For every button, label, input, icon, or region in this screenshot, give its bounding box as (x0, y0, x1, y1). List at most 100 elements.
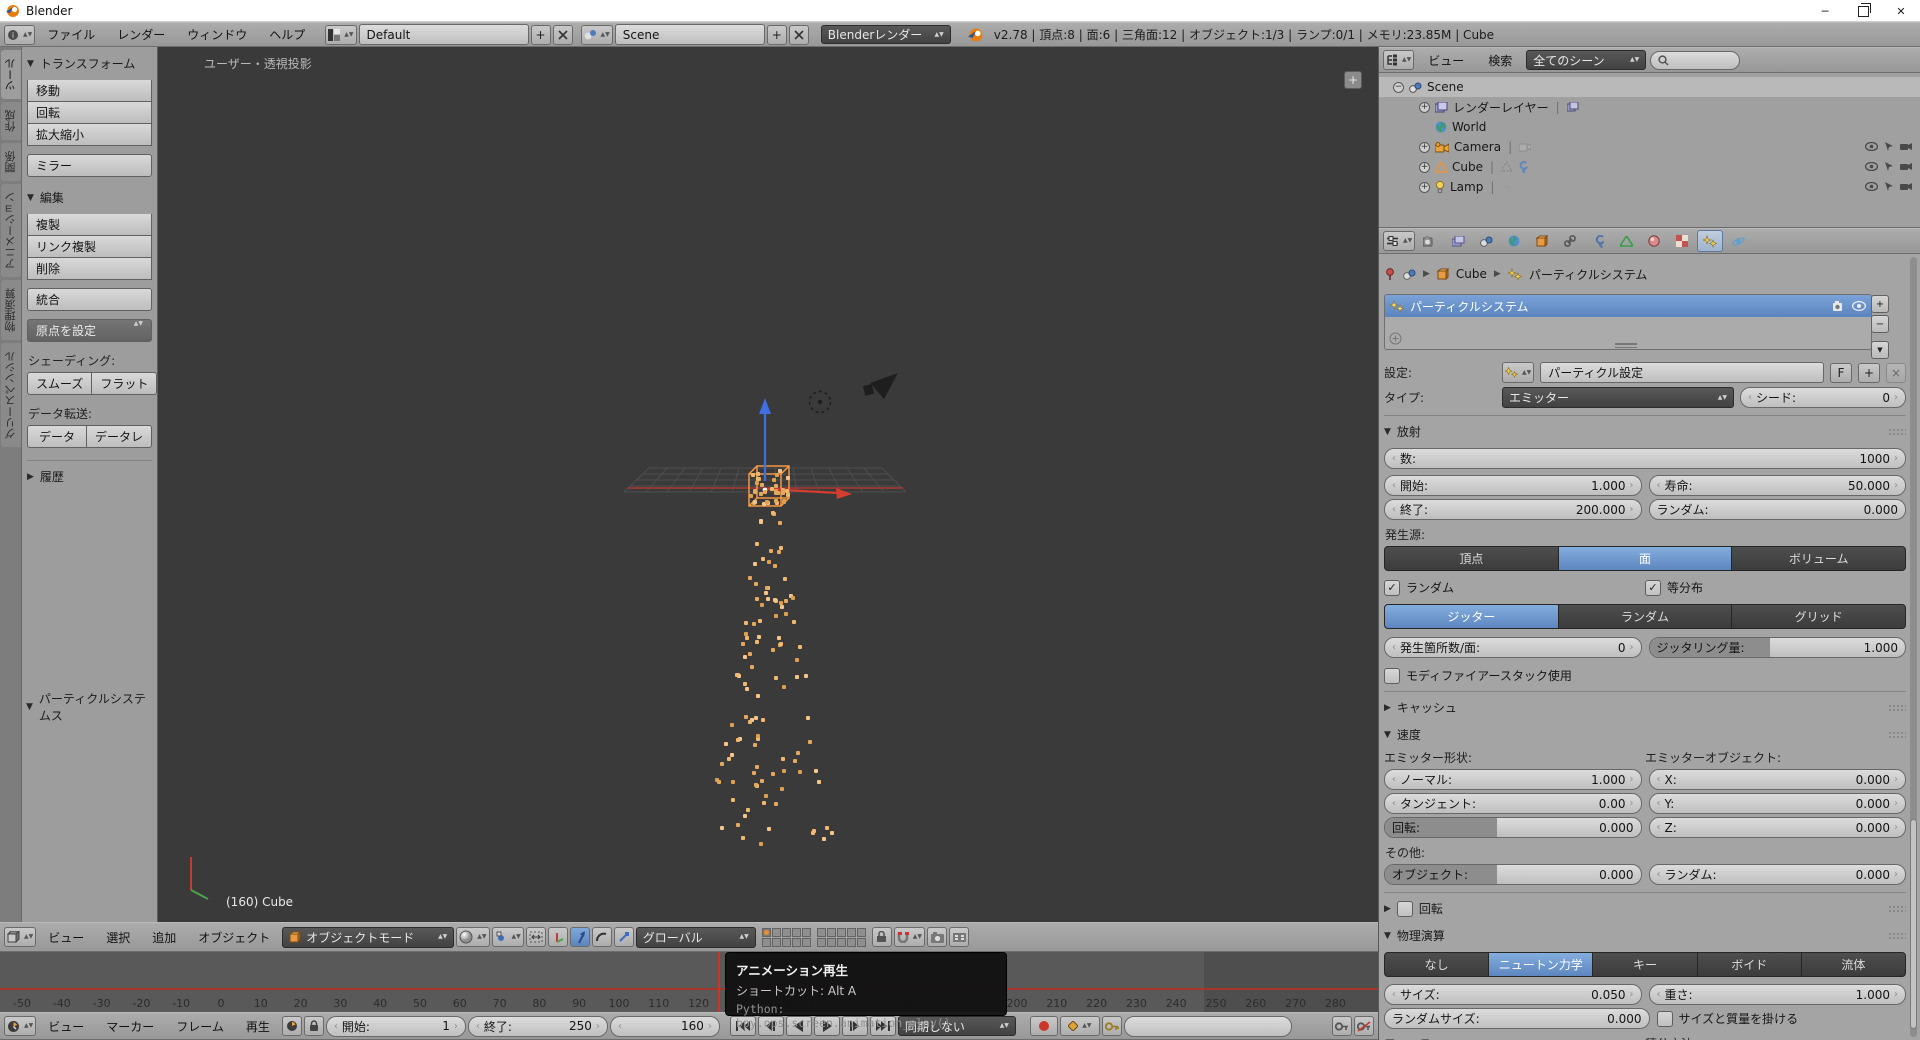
manipulator-translate-button[interactable] (570, 927, 590, 947)
menu-render[interactable]: レンダー (107, 26, 175, 43)
random-velocity-field[interactable]: ‹ランダム:0.000› (1649, 864, 1907, 885)
screen-layout-field[interactable]: Default (359, 24, 529, 45)
select-menu[interactable]: 選択 (96, 929, 140, 946)
manipulator-scale-button[interactable] (614, 927, 634, 947)
insert-keyframe-button[interactable] (1332, 1016, 1352, 1036)
lifetime-field[interactable]: ‹寿命:50.000› (1649, 475, 1907, 496)
tab-physics[interactable]: 物理演算 (1, 280, 21, 340)
set-origin-dropdown[interactable]: 原点を設定▲▼ (27, 319, 152, 342)
tab-physics[interactable] (1725, 230, 1751, 252)
distribution-random[interactable]: ランダム (1559, 604, 1733, 629)
mirror-button[interactable]: ミラー (27, 154, 152, 177)
active-keying-set-icon[interactable] (1102, 1016, 1122, 1036)
frame-end-field[interactable]: ‹終了:200.000› (1384, 499, 1642, 520)
manipulator-axis-icon[interactable] (548, 927, 568, 947)
keying-set-select[interactable]: ▲▼ (1060, 1016, 1100, 1036)
timeline-frame-menu[interactable]: フレーム (166, 1018, 234, 1035)
cursor-select-icon[interactable] (1884, 162, 1894, 172)
shade-smooth-button[interactable]: スムーズ (27, 372, 92, 395)
scene-icon[interactable] (1403, 269, 1416, 280)
scene-add-button[interactable]: + (767, 25, 787, 45)
panel-edit[interactable]: ▼編集 (27, 189, 152, 206)
delete-button[interactable]: 削除 (27, 258, 152, 280)
emit-from-faces[interactable]: 面 (1559, 546, 1733, 571)
menu-file[interactable]: ファイル (37, 26, 105, 43)
view-menu[interactable]: ビュー (38, 929, 94, 946)
transform-orientation-select[interactable]: グローバル▲▼ (636, 927, 756, 948)
editor-type-properties-icon[interactable]: ▲▼ (1383, 231, 1415, 251)
panel-grip[interactable] (1888, 932, 1906, 940)
scrollbar-thumb[interactable] (1910, 819, 1917, 1030)
particle-system-item[interactable]: パーティクルシステム (1385, 295, 1871, 317)
count-field[interactable]: ‹数:1000› (1384, 448, 1906, 469)
eye-icon[interactable] (1865, 162, 1878, 171)
frame-start-field[interactable]: ‹開始:1.000› (1384, 475, 1642, 496)
panel-grip[interactable] (1888, 731, 1906, 739)
breadcrumb-object[interactable]: Cube (1456, 267, 1487, 281)
rotate-button[interactable]: 回転 (27, 102, 152, 124)
layers-widget[interactable] (762, 928, 866, 947)
linked-duplicate-button[interactable]: リンク複製 (27, 236, 152, 258)
eye-icon[interactable] (1865, 182, 1878, 191)
tangent-phase-slider[interactable]: 回転:0.000 (1384, 817, 1642, 838)
mass-field[interactable]: ‹重さ:1.000› (1649, 984, 1907, 1005)
join-button[interactable]: 統合 (27, 288, 152, 311)
tab-modifiers[interactable] (1585, 230, 1611, 252)
outliner-scope-select[interactable]: 全てのシーン▲▼ (1526, 50, 1646, 70)
panel-grip[interactable] (1888, 704, 1906, 712)
delete-keyframe-button[interactable] (1354, 1016, 1374, 1036)
outliner-search-menu[interactable]: 検索 (1478, 52, 1522, 69)
menu-help[interactable]: ヘルプ (259, 26, 315, 43)
manipulator-toggle[interactable] (526, 927, 546, 947)
distribution-jittered[interactable]: ジッター (1384, 604, 1559, 629)
random-size-field[interactable]: ランダムサイズ:0.000 (1384, 1008, 1650, 1029)
panel-velocity[interactable]: ▼速度 (1384, 726, 1906, 743)
manipulator-rotate-button[interactable] (592, 927, 612, 947)
editor-type-info-icon[interactable]: i▲▼ (4, 25, 35, 45)
panel-transform[interactable]: ▼トランスフォーム (27, 55, 152, 72)
physics-newtonian[interactable]: ニュートン力学 (1489, 952, 1593, 977)
scene-delete-button[interactable] (789, 25, 809, 45)
translate-button[interactable]: 移動 (27, 80, 152, 102)
physics-keyed[interactable]: キー (1593, 952, 1697, 977)
object-z-field[interactable]: ‹Z:0.000› (1649, 817, 1907, 838)
close-button[interactable]: ✕ (1882, 0, 1920, 22)
rotation-enable-checkbox[interactable] (1397, 901, 1413, 917)
breadcrumb-target[interactable]: パーティクルシステム (1529, 266, 1648, 283)
panel-grip[interactable] (1888, 428, 1906, 436)
emit-from-verts[interactable]: 頂点 (1384, 546, 1559, 571)
lock-to-scene-icon[interactable] (872, 927, 892, 947)
render-restrict-icon[interactable] (1900, 182, 1912, 191)
scene-icon[interactable]: ▲▼ (581, 25, 613, 45)
object-y-field[interactable]: ‹Y:0.000› (1649, 793, 1907, 814)
outliner-row-camera[interactable]: + Camera | (1379, 137, 1920, 157)
properties-scrollbar[interactable] (1910, 257, 1917, 1037)
particles-per-face-field[interactable]: ‹発生箇所数/面:0› (1384, 637, 1642, 658)
auto-keyframe-record-button[interactable] (1030, 1016, 1058, 1036)
render-restrict-icon[interactable] (1900, 142, 1912, 151)
lifetime-random-field[interactable]: ランダム:0.000 (1649, 499, 1907, 520)
add-particle-system-button[interactable]: + (1871, 295, 1889, 313)
render-toggle-icon[interactable] (1833, 301, 1846, 311)
cursor-select-icon[interactable] (1884, 182, 1894, 192)
lock-frame-range-icon[interactable] (304, 1016, 324, 1036)
expand-icon[interactable]: + (1419, 142, 1430, 153)
particle-settings-name-field[interactable]: パーティクル設定 (1540, 362, 1824, 383)
restrict-toggles[interactable] (1865, 162, 1912, 172)
tab-grease-pencil[interactable]: グリースペンシル (1, 343, 21, 447)
panel-physics[interactable]: ▼物理演算 (1384, 927, 1906, 944)
render-engine-select[interactable]: Blenderレンダー▲▼ (821, 25, 951, 44)
tab-create[interactable]: 作成 (1, 102, 21, 140)
normal-velocity-field[interactable]: ‹ノーマル:1.000› (1384, 769, 1642, 790)
restrict-toggles[interactable] (1865, 142, 1912, 152)
use-preview-range-icon[interactable] (282, 1016, 302, 1036)
restrict-toggles[interactable] (1865, 182, 1912, 192)
render-opengl-still-button[interactable] (927, 927, 947, 947)
data-layer-transfer-button[interactable]: データレ (87, 425, 152, 448)
frame-end-field[interactable]: ‹終了:250› (468, 1016, 608, 1037)
timeline-playback-menu[interactable]: 再生 (236, 1018, 280, 1035)
tab-world[interactable] (1501, 230, 1527, 252)
tab-render-layers[interactable] (1445, 230, 1471, 252)
specials-menu-button[interactable]: ▼ (1871, 341, 1889, 359)
unlink-settings-button[interactable]: × (1886, 363, 1906, 383)
